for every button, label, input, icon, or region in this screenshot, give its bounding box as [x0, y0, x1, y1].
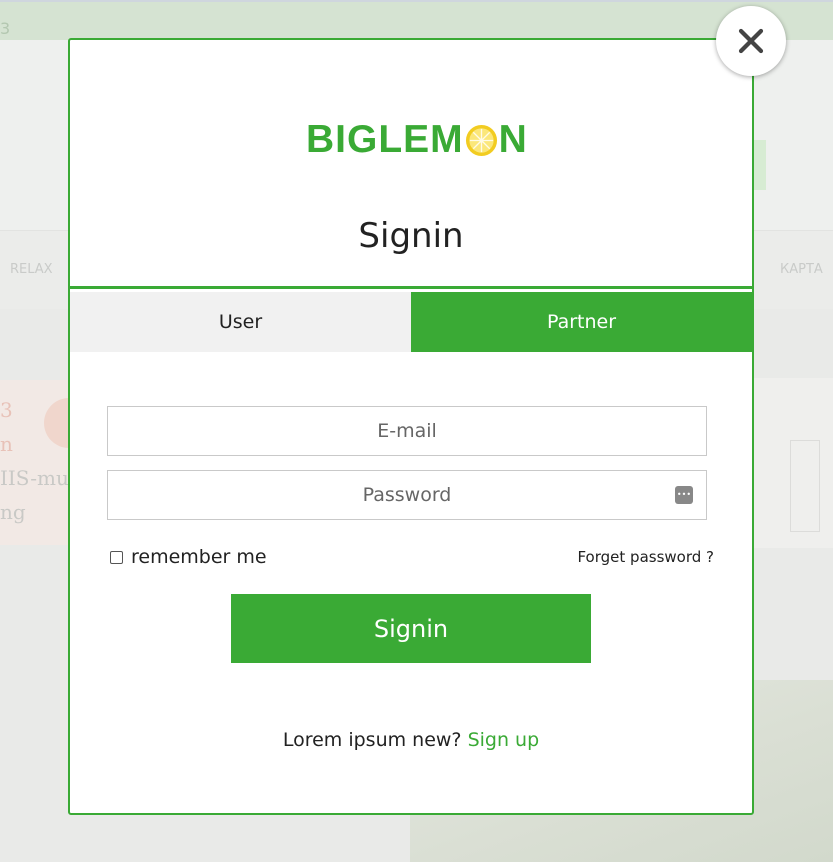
- close-button[interactable]: [716, 6, 786, 76]
- background-topbar-text: 3: [0, 19, 11, 38]
- account-type-tabs: User Partner: [70, 292, 752, 352]
- background-nav-item-relax: RELAX: [10, 262, 53, 277]
- background-topbar: 3: [0, 0, 833, 40]
- password-manager-icon[interactable]: •••: [675, 486, 693, 504]
- password-field[interactable]: [108, 470, 706, 520]
- signup-link[interactable]: Sign up: [468, 729, 540, 751]
- modal-title: Signin: [358, 216, 464, 256]
- email-field[interactable]: [108, 406, 706, 456]
- signup-prompt: Lorem ipsum new? Sign up: [70, 729, 752, 751]
- title-divider: [70, 286, 752, 289]
- background-promo-text: IIS-mul: [0, 466, 76, 490]
- tab-user[interactable]: User: [70, 292, 411, 352]
- brand-logo-text-start: BIGLEM: [306, 118, 464, 161]
- signin-modal: BIGLEM N Signin User Partner ••• remembe…: [68, 38, 754, 815]
- remember-me-checkbox[interactable]: [110, 550, 123, 564]
- brand-logo-text-end: N: [498, 118, 528, 161]
- brand-logo: BIGLEM N: [306, 120, 528, 160]
- email-field-wrapper: [107, 406, 707, 456]
- lemon-icon: [465, 124, 497, 156]
- signup-prompt-text: Lorem ipsum new?: [282, 729, 462, 751]
- background-promo-image-detail: [790, 440, 820, 532]
- signin-button[interactable]: Signin: [231, 594, 591, 663]
- remember-me: remember me: [110, 546, 267, 568]
- background-promo-text: 3: [0, 398, 13, 422]
- background-search-button: [752, 140, 766, 190]
- tab-partner[interactable]: Partner: [411, 292, 752, 352]
- forget-password-link[interactable]: Forget password ?: [577, 548, 714, 566]
- close-icon: [738, 28, 764, 54]
- background-nav-item-map: КАРТА: [780, 262, 823, 277]
- password-field-wrapper: •••: [107, 470, 707, 520]
- background-promo-text: n: [0, 432, 13, 456]
- background-promo-text: ng: [0, 500, 26, 524]
- remember-me-label[interactable]: remember me: [131, 546, 267, 568]
